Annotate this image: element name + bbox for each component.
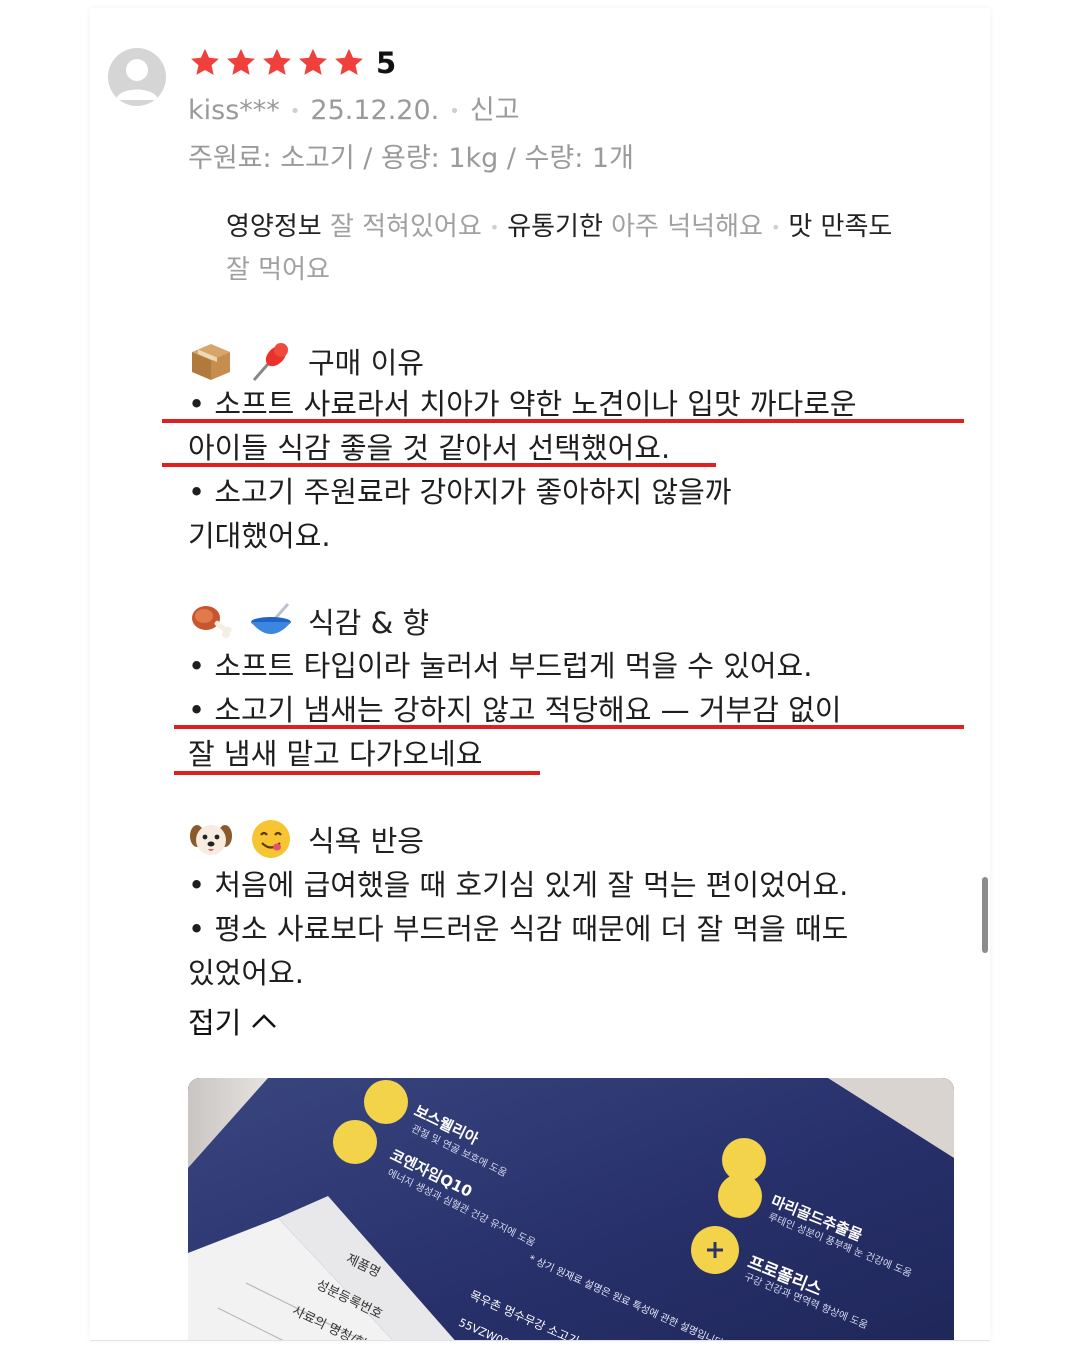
pushpin-icon	[248, 338, 294, 384]
tag-value: 잘 적혀있어요	[329, 212, 482, 242]
tag-value: 아주 넉넉해요	[611, 212, 763, 242]
rating-value: 5	[376, 46, 397, 80]
body-line: 있었어요.	[188, 956, 304, 990]
divider	[90, 1340, 990, 1341]
body-line: • 소프트 타입이라 눌러서 부드럽게 먹을 수 있어요.	[188, 649, 813, 683]
body-line: 잘 냄새 맡고 다가오네요	[188, 737, 483, 771]
star-icon	[260, 46, 294, 80]
separator-dot: •	[489, 217, 500, 237]
body-line: • 평소 사료보다 부드러운 식감 때문에 더 잘 먹을 때도	[188, 912, 849, 946]
report-link[interactable]: 신고	[470, 95, 520, 126]
star-icon	[188, 46, 222, 80]
section-title-text: 식감 & 향	[308, 606, 430, 640]
highlight-underline	[174, 771, 540, 775]
tag-value: 잘 먹어요	[226, 254, 330, 285]
highlight-underline	[162, 419, 964, 423]
chevron-up-icon	[252, 1014, 277, 1028]
review-date: 25.12.20.	[310, 95, 440, 126]
star-icon	[224, 46, 258, 80]
separator-dot: •	[770, 217, 781, 237]
purchase-option: 주원료: 소고기 / 용량: 1kg / 수량: 1개	[188, 143, 634, 174]
highlight-underline	[162, 463, 716, 467]
section-title-appetite: 식욕 반응	[188, 816, 424, 862]
section-title-purchase-reason: 구매 이유	[188, 338, 424, 384]
package-icon	[188, 338, 234, 384]
collapse-button[interactable]: 접기	[188, 1000, 277, 1042]
review-photo[interactable]: 보스웰리아 관절 및 연골 보호에 도움 코엔자임Q10 에너지 생성과 심혈관…	[188, 1078, 954, 1340]
section-body-appetite: • 처음에 급여했을 때 호기심 있게 잘 먹는 편이었어요. • 평소 사료보…	[188, 863, 968, 995]
star-icon	[332, 46, 366, 80]
star-rating	[188, 46, 368, 80]
section-body-purchase-reason: • 소프트 사료라서 치아가 약한 노견이나 입맛 까다로운 아이들 식감 좋을…	[188, 382, 968, 558]
section-body-texture-aroma: • 소프트 타입이라 눌러서 부드럽게 먹을 수 있어요. • 소고기 냄새는 …	[188, 644, 968, 776]
yum-face-icon	[248, 816, 294, 862]
section-title-text: 식욕 반응	[308, 824, 424, 858]
default-user-icon	[116, 59, 158, 100]
meat-on-bone-icon	[188, 598, 234, 644]
body-line: • 처음에 급여했을 때 호기심 있게 잘 먹는 편이었어요.	[188, 868, 849, 902]
review-card: 5 kiss*** • 25.12.20. • 신고 주원료: 소고기 / 용량: 1k…	[90, 8, 990, 1340]
review-tags: 영양정보 잘 적혀있어요 • 유통기한 아주 넉넉해요 • 맛 만족도 잘 먹어요	[226, 206, 906, 291]
product-bag-photo	[188, 1078, 954, 1340]
avatar	[108, 48, 166, 106]
collapse-label: 접기	[188, 1006, 242, 1040]
body-line: • 소고기 주원료라 강아지가 좋아하지 않을까	[188, 475, 732, 509]
scrollbar-thumb[interactable]	[982, 877, 988, 953]
tag-label: 영양정보	[226, 212, 322, 242]
separator-dot: •	[449, 101, 460, 122]
star-icon	[296, 46, 330, 80]
dog-face-icon	[188, 816, 234, 862]
body-line: 기대했어요.	[188, 519, 331, 553]
tag-label: 유통기한	[507, 212, 603, 242]
reviewer-name: kiss***	[188, 95, 280, 126]
review-meta: kiss*** • 25.12.20. • 신고	[188, 88, 520, 127]
highlight-underline	[174, 725, 964, 729]
section-title-text: 구매 이유	[308, 346, 424, 380]
section-title-texture-aroma: 식감 & 향	[188, 598, 429, 644]
tag-label: 맛 만족도	[788, 212, 893, 242]
separator-dot: •	[289, 101, 301, 122]
bowl-with-spoon-icon	[248, 598, 294, 644]
